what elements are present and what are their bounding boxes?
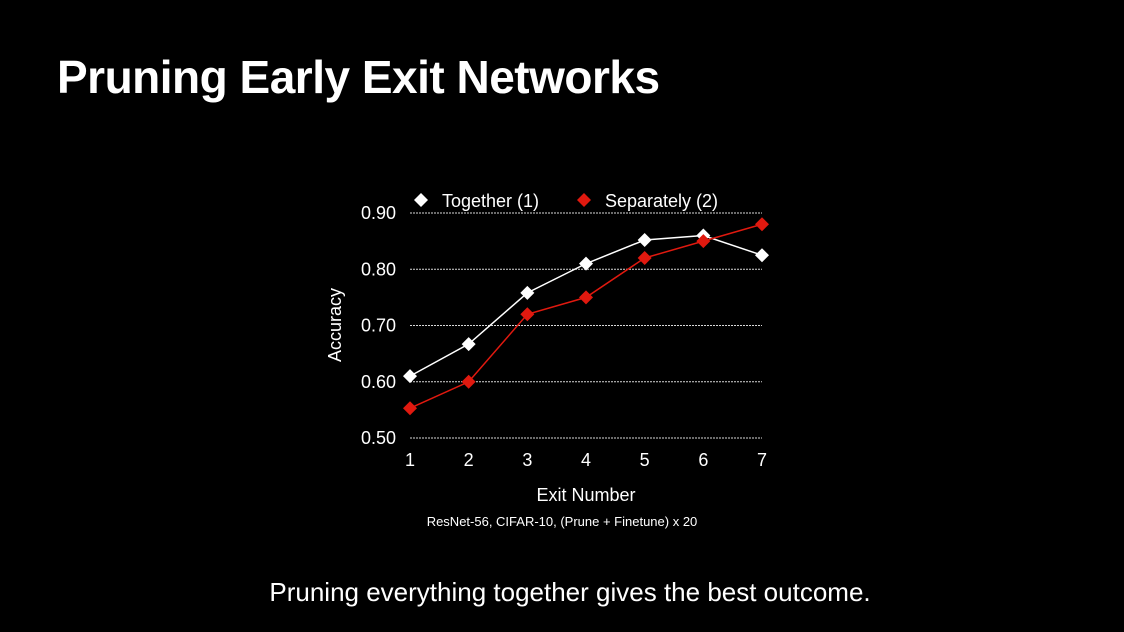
data-point-series-2 (637, 251, 652, 265)
y-tick-label: 0.70 (361, 316, 396, 336)
accuracy-line-chart: 0.50 0.60 0.70 0.80 0.90 1 2 3 4 5 6 7 Together (1… (325, 191, 769, 505)
series-line-1 (409, 234, 763, 377)
slide-conclusion: Pruning everything together gives the be… (269, 577, 871, 607)
x-tick-label: 6 (698, 450, 708, 470)
y-tick-label: 0.50 (361, 428, 396, 448)
legend-label-2: Separately (2) (605, 191, 718, 211)
y-tick-label: 0.60 (361, 372, 396, 392)
x-tick-label: 5 (640, 450, 650, 470)
x-tick-label: 1 (405, 450, 415, 470)
legend-label-1: Together (1) (442, 191, 539, 211)
data-point-series-1 (403, 369, 417, 384)
y-tick-label: 0.80 (361, 259, 396, 279)
x-tick-label: 2 (464, 450, 474, 470)
data-point-series-1 (755, 248, 769, 263)
data-point-series-2 (755, 217, 769, 232)
y-tick-labels: 0.50 0.60 0.70 0.80 0.90 (361, 203, 396, 448)
legend-marker-1 (414, 193, 428, 207)
data-point-series-2 (579, 290, 593, 305)
x-tick-label: 7 (757, 450, 767, 470)
chart-caption: ResNet-56, CIFAR-10, (Prune + Finetune) … (426, 514, 698, 529)
y-tick-label: 0.90 (361, 203, 396, 223)
grid-lines (410, 212, 762, 439)
data-point-series-1 (637, 233, 652, 247)
series-line-2 (409, 223, 763, 409)
legend: Together (1) Separately (2) (414, 191, 718, 211)
data-point-series-1 (579, 256, 593, 271)
series-lines (403, 217, 769, 416)
x-axis-label: Exit Number (536, 485, 635, 505)
x-tick-label: 3 (522, 450, 532, 470)
legend-marker-2 (577, 193, 591, 207)
x-tick-label: 4 (581, 450, 591, 470)
y-axis-label: Accuracy (325, 288, 345, 362)
x-tick-labels: 1 2 3 4 5 6 7 (405, 450, 767, 470)
data-point-series-2 (403, 401, 417, 416)
